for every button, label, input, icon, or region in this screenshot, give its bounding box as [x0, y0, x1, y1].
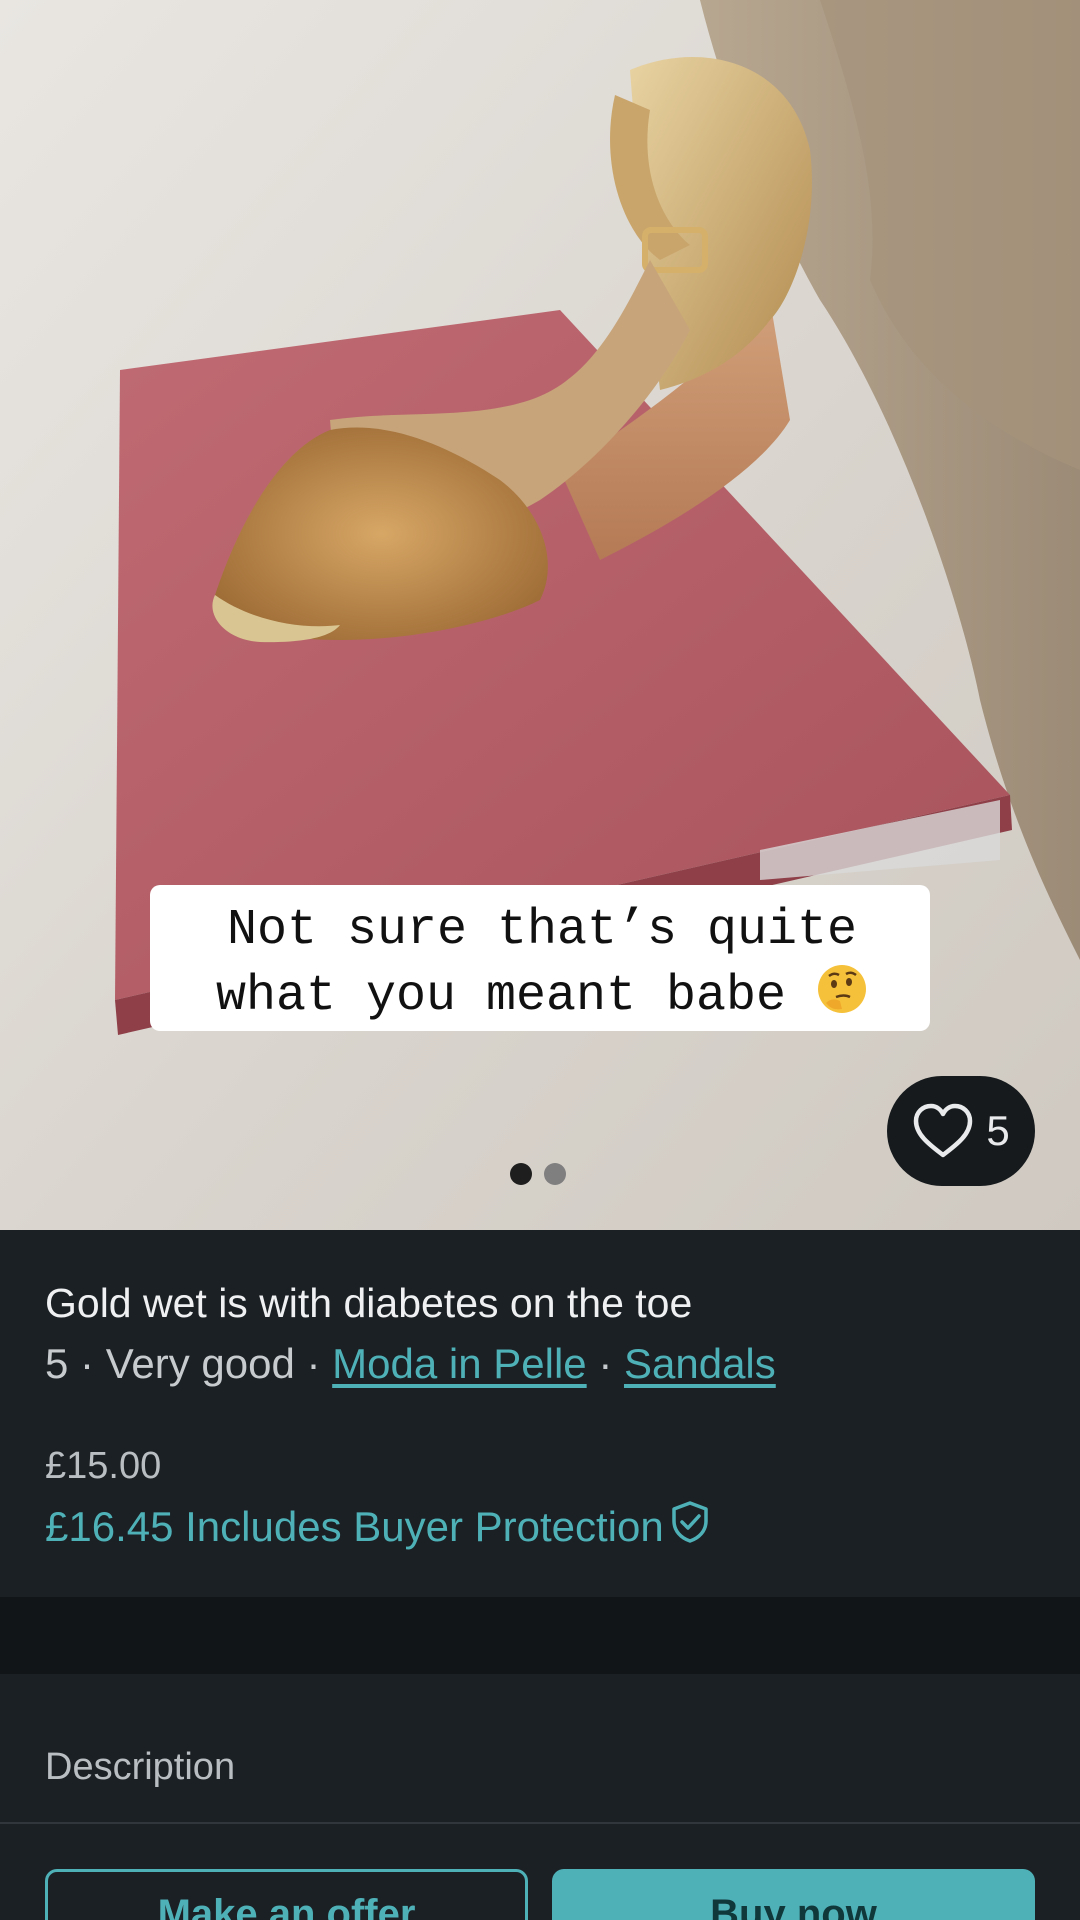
item-detail-screen: Not sure that’s quite what you meant bab… [0, 0, 1080, 1920]
heart-outline-icon [912, 1103, 974, 1159]
favourite-count: 5 [986, 1107, 1010, 1154]
item-title: Gold wet is with diabetes on the toe [45, 1280, 693, 1326]
item-price: £15.00 [45, 1445, 162, 1487]
description-section: Description [0, 1674, 1080, 1824]
item-size: 5 [45, 1340, 69, 1387]
buy-now-button[interactable]: Buy now [552, 1869, 1035, 1920]
buyer-price-text: £16.45 Includes Buyer Protection [45, 1503, 664, 1550]
item-condition: Very good [105, 1340, 295, 1387]
caption-line-1: Not sure that’s quite [226, 902, 858, 959]
item-info: Gold wet is with diabetes on the toe 5 ·… [0, 1230, 1080, 1597]
carousel-dot-active[interactable] [510, 1163, 532, 1185]
meta-separator: · [586, 1340, 624, 1387]
carousel-indicator [510, 1163, 566, 1185]
section-separator [0, 1597, 1080, 1674]
caption-line-2: what you meant babe [215, 968, 787, 1025]
item-photo [0, 0, 1080, 1230]
meta-separator: · [68, 1340, 106, 1387]
story-caption: Not sure that’s quite what you meant bab… [150, 885, 930, 1031]
item-meta: 5 · Very good · Moda in Pelle · Sandals [45, 1340, 776, 1388]
buyer-protection-price[interactable]: £16.45 Includes Buyer Protection [45, 1500, 710, 1554]
meta-separator: · [294, 1340, 333, 1387]
shield-check-icon [670, 1500, 710, 1554]
carousel-dot[interactable] [544, 1163, 566, 1185]
action-bar: Make an offer Buy now [0, 1824, 1080, 1920]
category-link[interactable]: Sandals [624, 1340, 776, 1387]
make-offer-button[interactable]: Make an offer [45, 1869, 528, 1920]
description-label: Description [45, 1746, 236, 1788]
brand-link[interactable]: Moda in Pelle [332, 1340, 586, 1387]
favourite-button[interactable]: 5 [887, 1076, 1035, 1186]
item-photo-carousel[interactable]: Not sure that’s quite what you meant bab… [0, 0, 1080, 1230]
thinking-face-icon [816, 963, 868, 1035]
